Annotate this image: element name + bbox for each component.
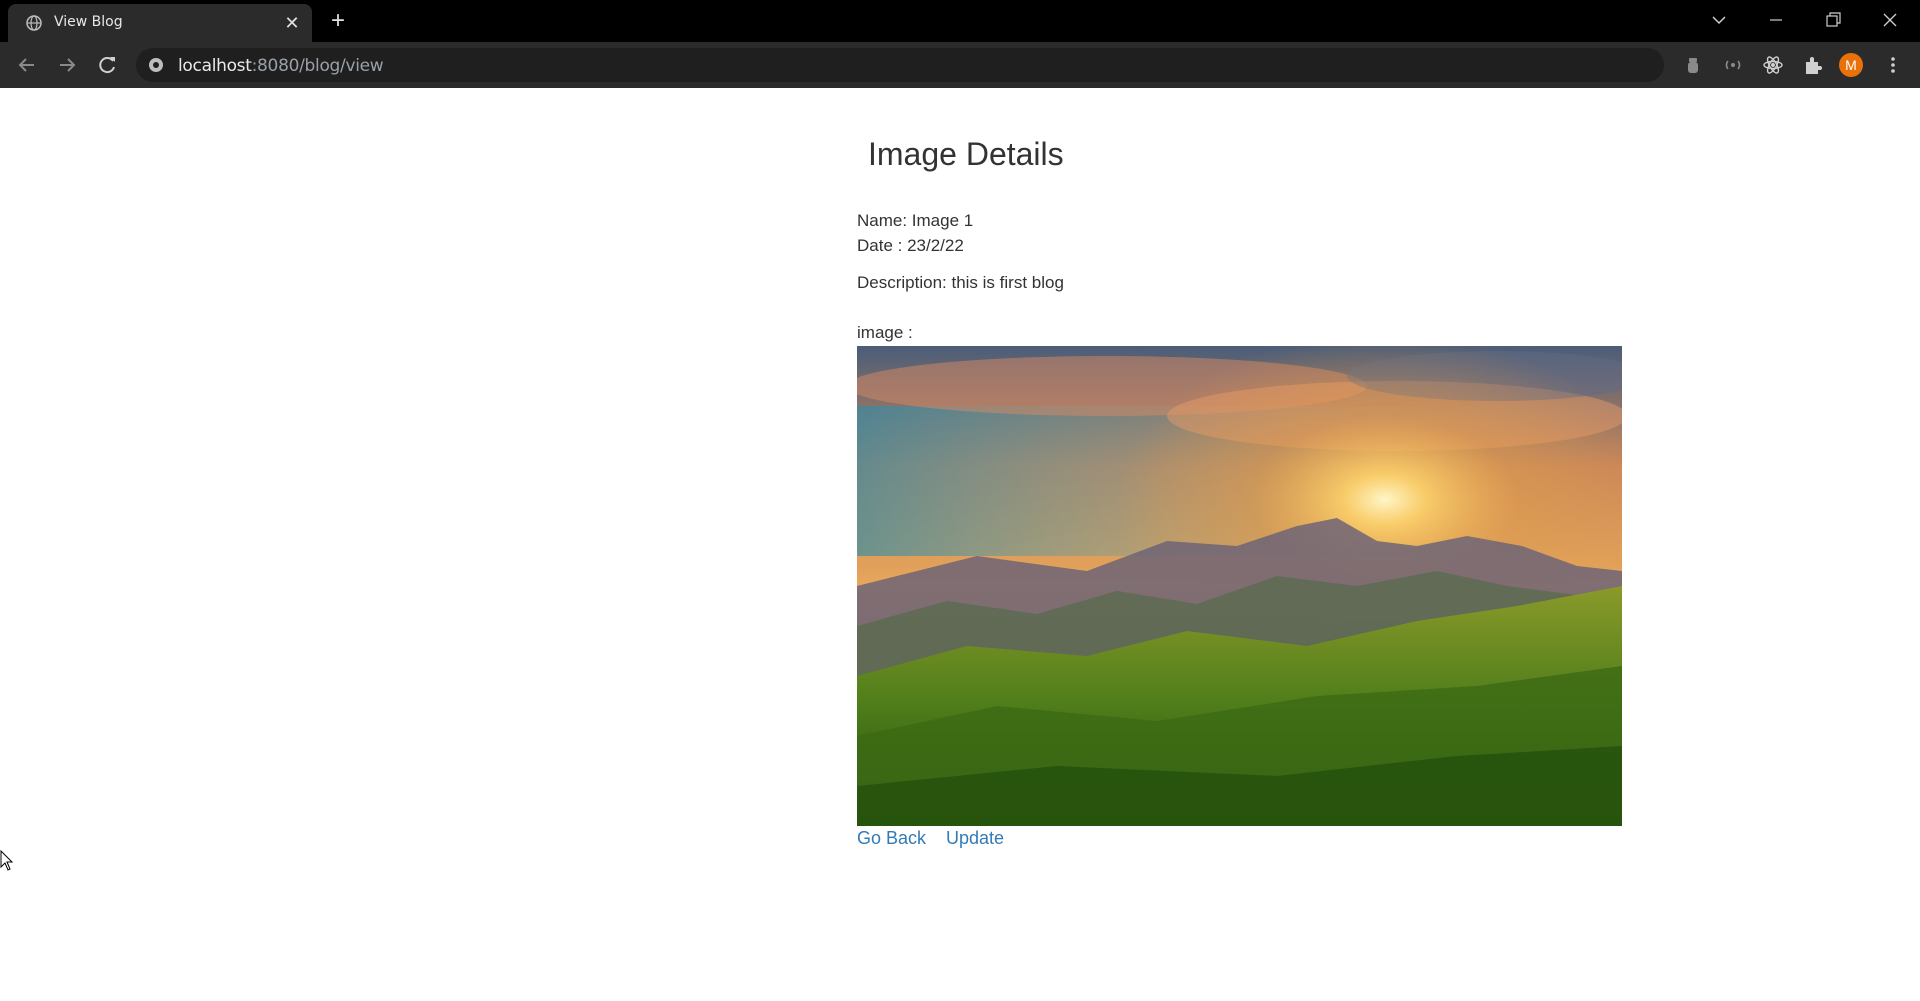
url-text[interactable]: localhost:8080/blog/view bbox=[178, 56, 384, 76]
url-path: :8080/blog/view bbox=[251, 56, 384, 76]
back-arrow-icon[interactable] bbox=[13, 51, 41, 79]
go-back-link[interactable]: Go Back bbox=[857, 828, 926, 849]
restore-icon[interactable] bbox=[1815, 6, 1851, 34]
extension-bottle-icon[interactable] bbox=[1681, 53, 1705, 77]
more-menu-icon[interactable] bbox=[1881, 53, 1905, 77]
profile-avatar[interactable]: M bbox=[1839, 53, 1863, 77]
extension-broadcast-icon[interactable] bbox=[1721, 53, 1745, 77]
date-field: Date : 23/2/22 bbox=[857, 236, 964, 255]
tab-search-chevron-icon[interactable] bbox=[1701, 6, 1737, 34]
active-tab[interactable]: View Blog ✕ bbox=[8, 4, 312, 42]
address-bar[interactable]: localhost:8080/blog/view bbox=[136, 48, 1664, 82]
react-devtools-icon[interactable] bbox=[1761, 53, 1785, 77]
update-link[interactable]: Update bbox=[946, 828, 1004, 849]
close-window-icon[interactable] bbox=[1872, 6, 1908, 34]
browser-toolbar: localhost:8080/blog/view M bbox=[0, 42, 1920, 88]
extensions-puzzle-icon[interactable] bbox=[1801, 53, 1825, 77]
tab-title: View Blog bbox=[54, 14, 123, 30]
minimize-icon[interactable] bbox=[1758, 6, 1794, 34]
site-info-icon[interactable] bbox=[148, 57, 164, 73]
sunset-landscape-image bbox=[857, 346, 1622, 826]
image-label: image : bbox=[857, 323, 913, 342]
blog-image bbox=[857, 346, 1622, 826]
tab-strip: View Blog ✕ + bbox=[0, 0, 1920, 42]
mouse-cursor-icon bbox=[0, 850, 14, 871]
page-title: Image Details bbox=[868, 136, 1064, 172]
name-field: Name: Image 1 bbox=[857, 211, 974, 230]
close-tab-icon[interactable]: ✕ bbox=[282, 13, 302, 33]
url-host: localhost bbox=[178, 56, 252, 76]
description-field: Description: this is first blog bbox=[857, 273, 1064, 292]
reload-icon[interactable] bbox=[93, 51, 121, 79]
forward-arrow-icon[interactable] bbox=[53, 51, 81, 79]
globe-icon bbox=[26, 15, 42, 31]
new-tab-icon[interactable]: + bbox=[326, 9, 350, 33]
